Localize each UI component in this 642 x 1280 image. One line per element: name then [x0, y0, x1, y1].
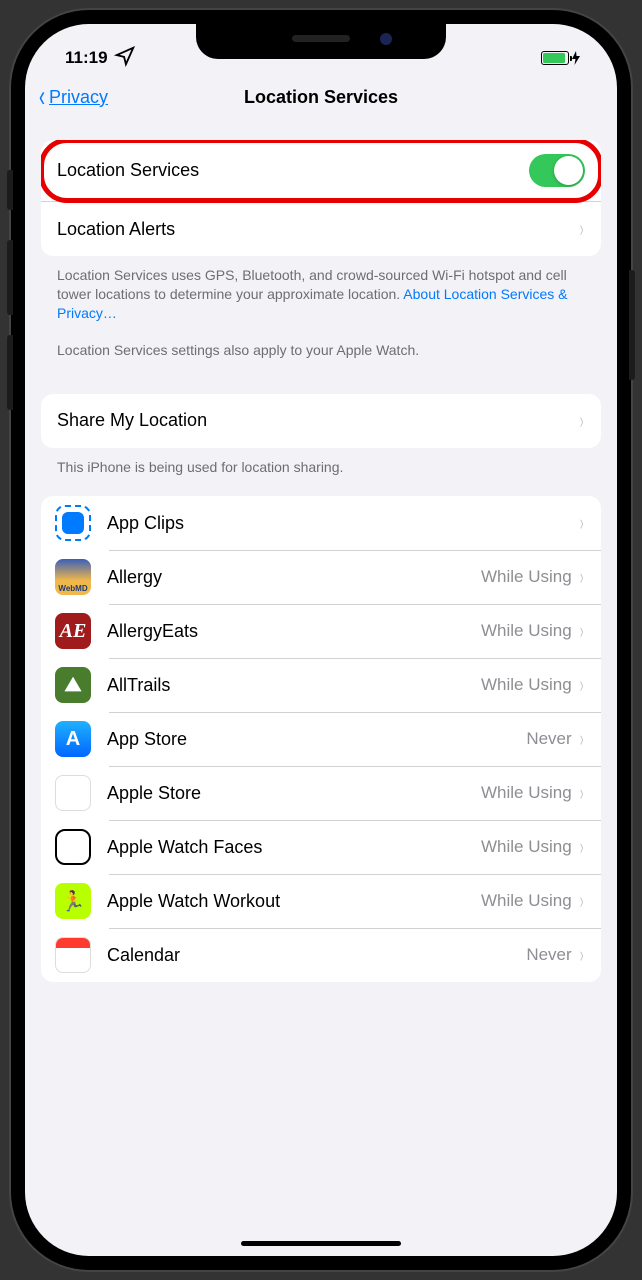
app-status: While Using: [481, 621, 572, 641]
back-button[interactable]: ‹ Privacy: [37, 82, 108, 112]
allergy-icon: WebMD: [55, 559, 91, 595]
app-row[interactable]: 🛍 Apple StoreWhile Using ›: [41, 766, 601, 820]
footer-explanation: Location Services uses GPS, Bluetooth, a…: [25, 256, 617, 333]
app-row[interactable]: CalendarNever ›: [41, 928, 601, 982]
app-status: While Using: [481, 891, 572, 911]
location-services-switch[interactable]: [529, 154, 585, 187]
home-indicator[interactable]: [241, 1241, 401, 1246]
nav-bar: ‹ Privacy Location Services: [25, 74, 617, 120]
location-alerts-label: Location Alerts: [57, 219, 578, 240]
location-alerts-row[interactable]: Location Alerts ›: [41, 201, 601, 256]
location-services-group: Location Services Location Alerts ›: [41, 140, 601, 256]
chevron-left-icon: ‹: [39, 82, 45, 112]
app-label: Allergy: [107, 567, 481, 588]
chevron-right-icon: ›: [580, 510, 584, 536]
footer-watch-note: Location Services settings also apply to…: [25, 333, 617, 370]
share-location-group: Share My Location ›: [41, 394, 601, 448]
allergyeats-icon: AE: [55, 613, 91, 649]
calendar-icon: [55, 937, 91, 973]
app-label: AllTrails: [107, 675, 481, 696]
chevron-right-icon: ›: [580, 564, 584, 590]
status-time: 11:19: [65, 48, 108, 68]
app-status: Never: [526, 945, 571, 965]
share-footer: This iPhone is being used for location s…: [25, 448, 617, 487]
app-label: Calendar: [107, 945, 526, 966]
chevron-right-icon: ›: [580, 672, 584, 698]
location-arrow-icon: [114, 45, 136, 71]
app-label: AllergyEats: [107, 621, 481, 642]
chevron-right-icon: ›: [580, 726, 584, 752]
app-status: Never: [526, 729, 571, 749]
applestore-icon: 🛍: [55, 775, 91, 811]
battery-icon: [541, 51, 581, 65]
app-list: App Clips›WebMDAllergyWhile Using›AEAlle…: [41, 496, 601, 982]
app-label: App Store: [107, 729, 526, 750]
share-my-location-row[interactable]: Share My Location ›: [41, 394, 601, 448]
app-row[interactable]: WebMD AllergyWhile Using ›: [41, 550, 601, 604]
app-row[interactable]: Apple Watch FacesWhile Using ›: [41, 820, 601, 874]
alltrails-icon: ⛰: [55, 667, 91, 703]
app-status: While Using: [481, 837, 572, 857]
charging-icon: [571, 51, 581, 65]
chevron-right-icon: ›: [580, 834, 584, 860]
appclips-icon: [55, 505, 91, 541]
watch-icon: [55, 829, 91, 865]
app-status: While Using: [481, 675, 572, 695]
app-label: App Clips: [107, 513, 578, 534]
chevron-right-icon: ›: [580, 618, 584, 644]
app-row[interactable]: ⛰ AllTrailsWhile Using ›: [41, 658, 601, 712]
app-label: Apple Store: [107, 783, 481, 804]
appstore-icon: A: [55, 721, 91, 757]
app-row[interactable]: App Clips›: [41, 496, 601, 550]
chevron-right-icon: ›: [580, 780, 584, 806]
chevron-right-icon: ›: [580, 408, 584, 434]
location-services-toggle-row[interactable]: Location Services: [41, 140, 601, 201]
app-row[interactable]: A App StoreNever ›: [41, 712, 601, 766]
chevron-right-icon: ›: [580, 942, 584, 968]
back-label: Privacy: [49, 87, 108, 108]
app-row[interactable]: AE AllergyEatsWhile Using ›: [41, 604, 601, 658]
chevron-right-icon: ›: [580, 888, 584, 914]
app-status: While Using: [481, 567, 572, 587]
app-label: Apple Watch Workout: [107, 891, 481, 912]
share-my-location-label: Share My Location: [57, 410, 578, 431]
app-status: While Using: [481, 783, 572, 803]
workout-icon: 🏃: [55, 883, 91, 919]
app-label: Apple Watch Faces: [107, 837, 481, 858]
page-title: Location Services: [244, 87, 398, 108]
app-row[interactable]: 🏃 Apple Watch WorkoutWhile Using ›: [41, 874, 601, 928]
chevron-right-icon: ›: [580, 216, 584, 242]
device-notch: [196, 24, 446, 59]
location-services-label: Location Services: [57, 160, 529, 181]
